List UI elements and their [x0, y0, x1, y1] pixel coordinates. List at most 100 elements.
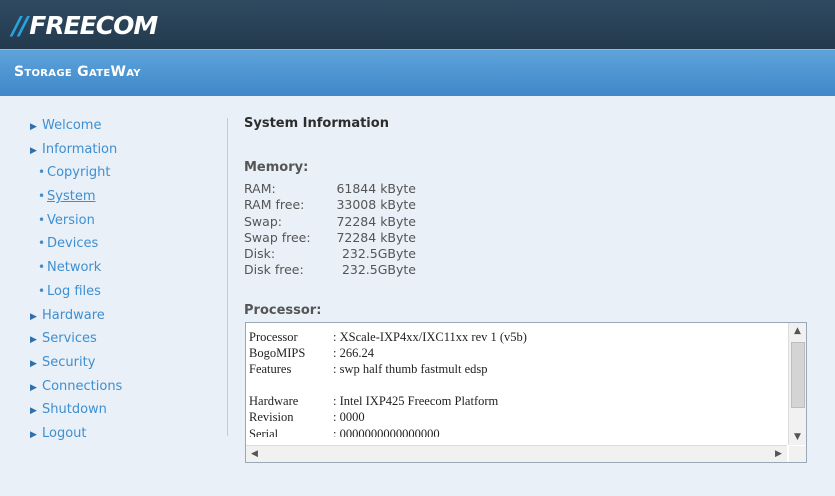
scrollbar-corner — [789, 446, 806, 462]
bullet-dot-icon: • — [38, 260, 46, 275]
page-title: System Information — [244, 116, 389, 131]
sidebar-item-label: System — [47, 189, 96, 205]
sidebar-item-welcome[interactable]: ▶ Welcome — [30, 114, 210, 138]
bullet-dot-icon: • — [38, 283, 46, 298]
product-band: Storage GateWay — [0, 49, 835, 97]
sidebar-item-label: Security — [42, 354, 96, 370]
bullet-dot-icon: • — [38, 212, 46, 227]
scroll-right-arrow-icon[interactable]: ▶ — [770, 446, 787, 462]
product-title: Storage GateWay — [14, 64, 141, 80]
scroll-down-arrow-icon[interactable]: ▼ — [789, 429, 806, 445]
sidebar-item-label: Log files — [47, 283, 101, 299]
triangle-right-icon: ▶ — [30, 311, 37, 322]
sidebar-item-label: Welcome — [42, 118, 102, 133]
memory-row: RAM free: 33008 kByte — [244, 197, 416, 213]
triangle-right-icon: ▶ — [30, 335, 37, 346]
memory-label: Disk free: — [244, 262, 304, 278]
processor-line: BogoMIPS : 266.24 — [249, 345, 781, 361]
sidebar-item-label: Services — [42, 331, 97, 347]
sidebar-item-connections[interactable]: ▶ Connections — [30, 375, 210, 399]
memory-value: 72284 kByte — [336, 229, 416, 245]
bullet-dot-icon: • — [38, 189, 46, 204]
sidebar-item-security[interactable]: ▶ Security — [30, 351, 210, 375]
bullet-dot-icon: • — [38, 236, 46, 251]
processor-value: : 0000000000000000 — [333, 426, 440, 437]
sidebar-item-label: Shutdown — [42, 402, 107, 418]
processor-textarea[interactable]: Processor: XScale-IXP4xx/IXC11xx rev 1 (… — [245, 322, 807, 463]
processor-key: Serial — [249, 426, 279, 437]
sidebar-item-label: Version — [47, 212, 95, 228]
sidebar-item-system[interactable]: • System — [30, 185, 210, 209]
sidebar-item-network[interactable]: • Network — [30, 256, 210, 280]
triangle-right-icon: ▶ — [30, 406, 37, 417]
processor-line: Hardware : Intel IXP425 Freecom Platform — [249, 393, 781, 409]
processor-value: : swp half thumb fastmult edsp — [333, 362, 488, 377]
sidebar-item-label: Hardware — [42, 307, 105, 323]
memory-value: 33008 kByte — [336, 197, 416, 213]
processor-line — [249, 377, 781, 393]
sidebar-item-information[interactable]: ▶ Information — [30, 138, 210, 162]
processor-key: Hardware — [249, 394, 299, 409]
logo-bars-icon: // — [12, 11, 28, 40]
memory-row: Swap: 72284 kByte — [244, 214, 416, 230]
memory-value: 72284 kByte — [336, 213, 416, 229]
sidebar-item-version[interactable]: • Version — [30, 209, 210, 233]
processor-value: : 266.24 — [333, 346, 374, 361]
sidebar-item-services[interactable]: ▶ Services — [30, 327, 210, 351]
processor-info-text: Processor: XScale-IXP4xx/IXC11xx rev 1 (… — [249, 329, 781, 437]
triangle-right-icon: ▶ — [30, 145, 37, 156]
triangle-right-icon: ▶ — [30, 429, 37, 440]
memory-label: Disk: — [244, 246, 276, 262]
scroll-up-arrow-icon[interactable]: ▲ — [789, 323, 806, 339]
memory-label: RAM: — [244, 181, 276, 196]
sidebar-item-logout[interactable]: ▶ Logout — [30, 422, 210, 446]
triangle-right-icon: ▶ — [30, 358, 37, 369]
sidebar-item-label: Copyright — [47, 165, 111, 181]
processor-key: BogoMIPS — [249, 346, 306, 361]
vertical-scroll-thumb[interactable] — [791, 342, 805, 408]
sidebar-item-log-files[interactable]: • Log files — [30, 280, 210, 304]
processor-line: Processor: XScale-IXP4xx/IXC11xx rev 1 (… — [249, 329, 781, 345]
processor-line: Features : swp half thumb fastmult edsp — [249, 361, 781, 377]
vertical-scrollbar[interactable]: ▲ ▼ — [788, 323, 806, 445]
sidebar-item-label: Network — [47, 260, 102, 276]
sidebar-divider — [227, 118, 228, 436]
top-header-bar: //FREECOM — [0, 0, 835, 49]
processor-value: : Intel IXP425 Freecom Platform — [333, 394, 499, 409]
memory-label: Swap free: — [244, 229, 311, 245]
scroll-left-arrow-icon[interactable]: ◀ — [246, 446, 263, 462]
processor-key: Revision — [249, 410, 294, 425]
memory-value: 61844 kByte — [336, 181, 416, 196]
memory-heading: Memory: — [244, 160, 309, 175]
logo-text: FREECOM — [29, 11, 158, 40]
sidebar-nav: ▶ Welcome ▶ Information • Copyright • System • Ve… — [30, 114, 210, 446]
memory-row: Swap free: 72284 kByte — [244, 230, 416, 246]
memory-row: Disk: 232.5GByte — [244, 246, 416, 262]
memory-row: RAM: 61844 kByte — [244, 181, 416, 197]
bullet-dot-icon: • — [38, 165, 46, 180]
sidebar-item-label: Devices — [47, 236, 99, 252]
sidebar-item-label: Logout — [42, 425, 87, 441]
sidebar-item-copyright[interactable]: • Copyright — [30, 161, 210, 185]
sidebar-item-devices[interactable]: • Devices — [30, 232, 210, 256]
processor-key: Processor — [249, 330, 298, 344]
sidebar-item-label: Connections — [42, 378, 123, 394]
sidebar-item-hardware[interactable]: ▶ Hardware — [30, 304, 210, 328]
memory-table: RAM: 61844 kByte RAM free: 33008 kByte Swap:… — [244, 181, 416, 279]
memory-label: RAM free: — [244, 197, 305, 213]
sidebar-item-label: Information — [42, 141, 118, 157]
memory-row: Disk free: 232.5GByte — [244, 262, 416, 278]
processor-line: Revision : 0000 — [249, 409, 781, 425]
processor-heading: Processor: — [244, 303, 322, 318]
sidebar-item-shutdown[interactable]: ▶ Shutdown — [30, 398, 210, 422]
processor-key: Features — [249, 362, 292, 377]
triangle-right-icon: ▶ — [30, 122, 37, 132]
horizontal-scrollbar[interactable]: ◀ ▶ — [246, 445, 787, 462]
memory-value: 232.5GByte — [341, 262, 416, 278]
content-area: ▶ Welcome ▶ Information • Copyright • System • Ve… — [0, 96, 835, 496]
freecom-logo: //FREECOM — [12, 11, 158, 40]
processor-line: Serial : 0000000000000000 — [249, 426, 781, 437]
memory-label: Swap: — [244, 213, 282, 229]
processor-value: : 0000 — [333, 410, 365, 425]
memory-value: 232.5GByte — [341, 246, 416, 262]
